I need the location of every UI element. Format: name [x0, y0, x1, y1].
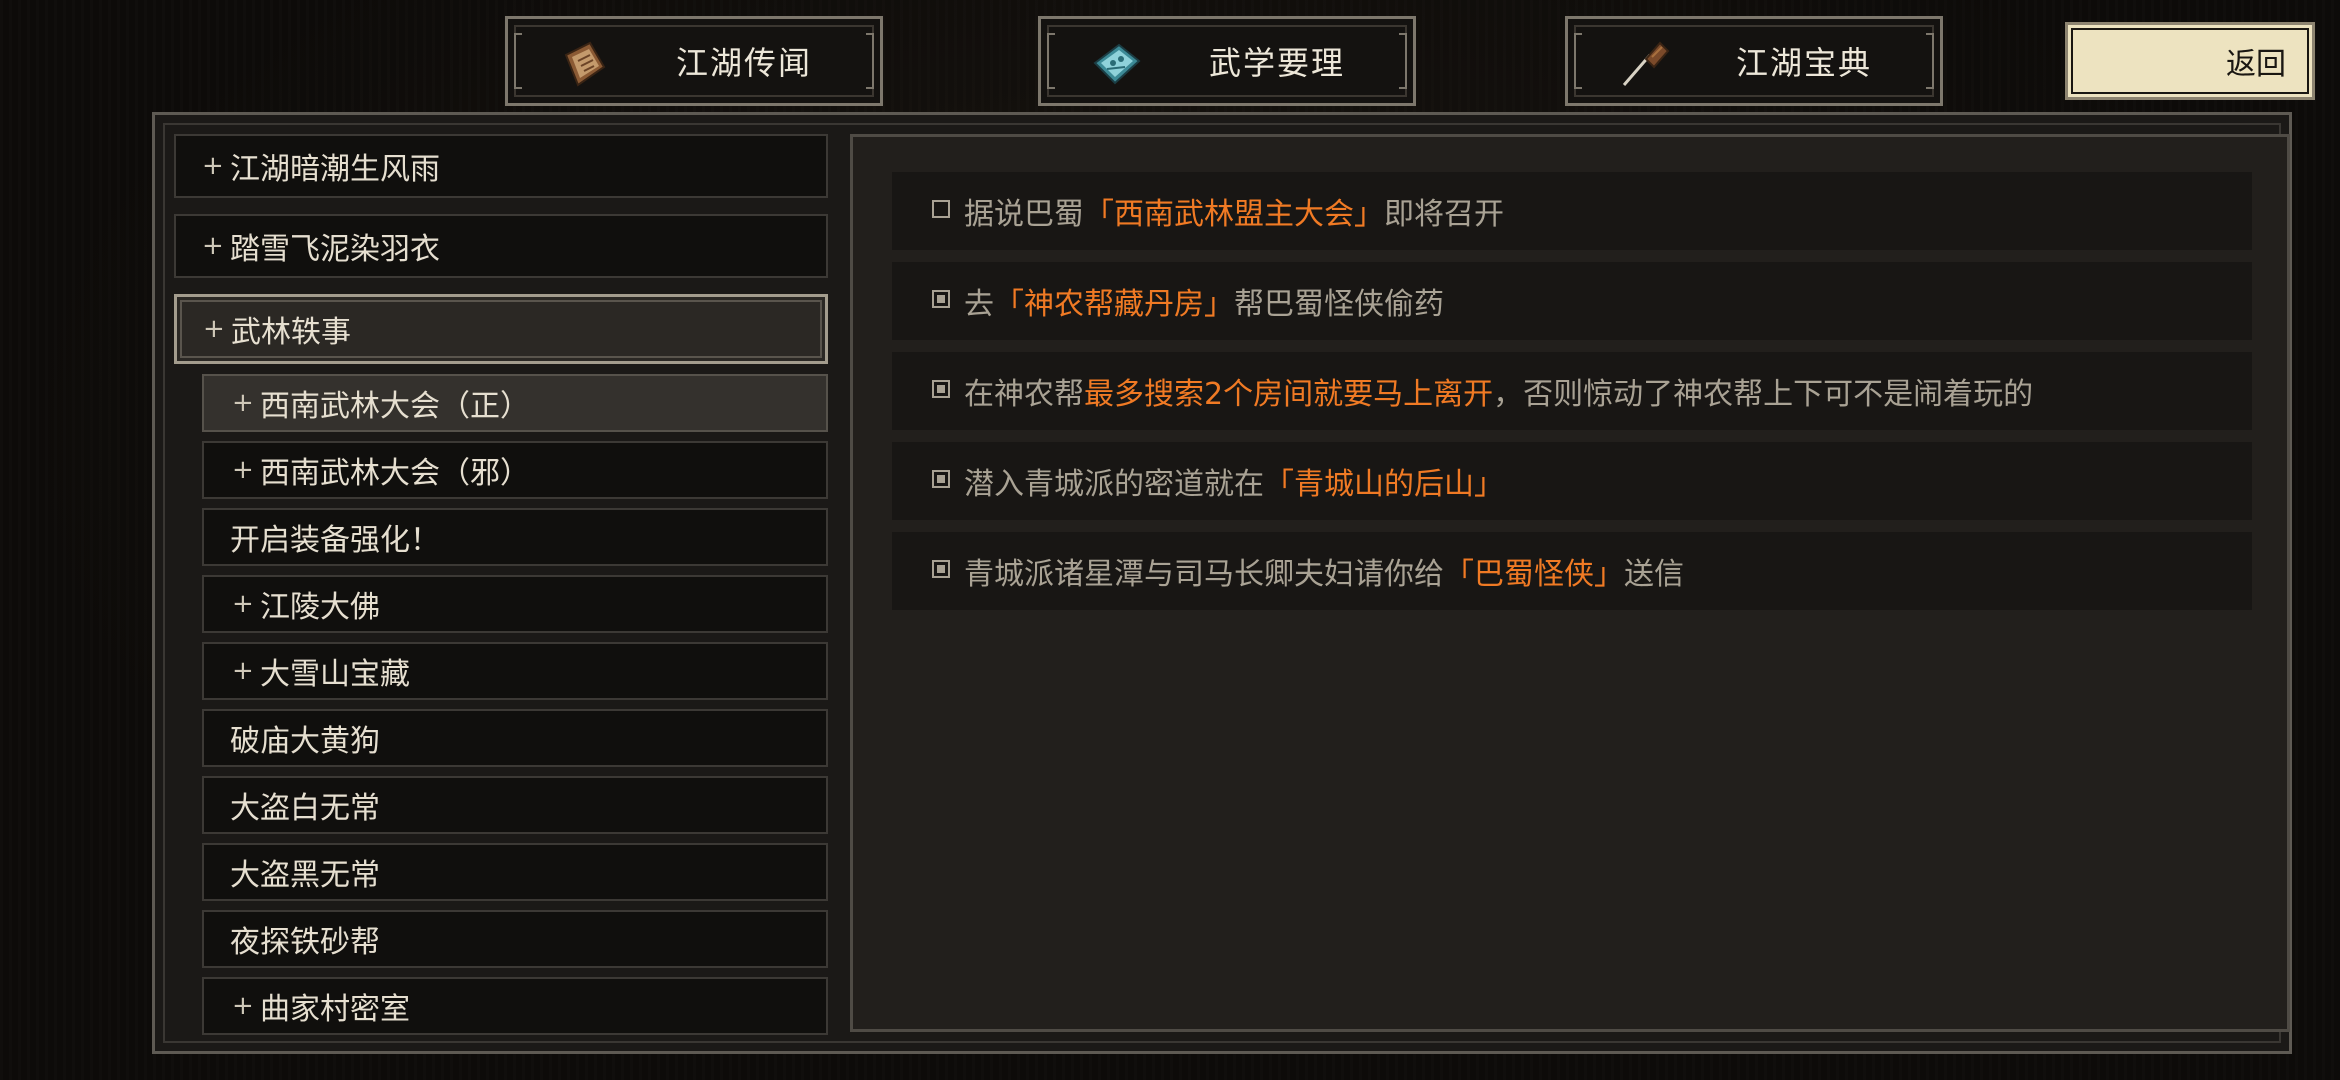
- quest-item-iron-sand-gang[interactable]: 夜探铁砂帮: [202, 910, 828, 968]
- quest-item-black-bandit[interactable]: 大盗黑无常: [202, 843, 828, 901]
- list-item-label: 江陵大佛: [260, 590, 380, 625]
- tab-label: 江湖宝典: [1735, 44, 1872, 82]
- task-text: 去: [964, 287, 994, 322]
- list-item-label: 开启装备强化！: [230, 523, 440, 558]
- list-item-label: 江湖暗潮生风雨: [230, 152, 440, 187]
- quest-category-jianghu[interactable]: + 江湖暗潮生风雨: [174, 134, 828, 198]
- bullet-icon: +: [232, 455, 254, 485]
- task-row: 在神农帮 最多搜索2个房间就要马上离开 ，否则惊动了神农帮上下可不是闹着玩的: [892, 352, 2252, 430]
- bullet-icon: +: [232, 589, 254, 619]
- tab-jianghu-rumors[interactable]: 江湖传闻: [505, 16, 883, 106]
- task-highlight: 「巴蜀怪侠」: [1444, 557, 1624, 592]
- list-item-label: 夜探铁砂帮: [230, 925, 380, 960]
- task-highlight: 最多搜索2个房间就要马上离开: [1084, 377, 1494, 412]
- tab-label: 江湖传闻: [675, 44, 812, 82]
- task-highlight: 「西南武林盟主大会」: [1084, 197, 1384, 232]
- task-row: 潜入青城派的密道就在 「青城山的后山」: [892, 442, 2252, 520]
- task-text: 送信: [1624, 557, 1684, 592]
- task-highlight: 「青城山的后山」: [1264, 467, 1504, 502]
- tab-jianghu-codex[interactable]: 江湖宝典: [1565, 16, 1943, 106]
- manual-icon: [1093, 43, 1141, 85]
- task-row: 据说巴蜀 「西南武林盟主大会」 即将召开: [892, 172, 2252, 250]
- quest-category-anecdotes[interactable]: + 武林轶事: [174, 294, 828, 364]
- task-text: 潜入青城派的密道就在: [964, 467, 1264, 502]
- quest-item-qu-village-chamber[interactable]: + 曲家村密室: [202, 977, 828, 1035]
- list-item-label: 大雪山宝藏: [260, 657, 410, 692]
- scroll-icon: [564, 41, 606, 87]
- checkbox-checked-icon: [932, 290, 950, 308]
- task-text: 在神农帮: [964, 377, 1084, 412]
- list-item-label: 西南武林大会（邪）: [260, 456, 530, 491]
- tab-martial-essentials[interactable]: 武学要理: [1038, 16, 1416, 106]
- quest-item-temple-dog[interactable]: 破庙大黄狗: [202, 709, 828, 767]
- checkbox-checked-icon: [932, 470, 950, 488]
- task-row: 去「神农帮藏丹房」 帮巴蜀怪侠偷药: [892, 262, 2252, 340]
- bullet-icon: +: [202, 231, 224, 261]
- checkbox-empty-icon: [932, 200, 950, 218]
- task-text: 即将召开: [1384, 197, 1504, 232]
- list-item-label: 踏雪飞泥染羽衣: [230, 232, 440, 267]
- bullet-icon: +: [232, 991, 254, 1021]
- task-text: 据说巴蜀: [964, 197, 1084, 232]
- back-button[interactable]: 返回: [2065, 22, 2315, 100]
- quest-item-southwest-evil[interactable]: + 西南武林大会（邪）: [202, 441, 828, 499]
- quest-item-white-bandit[interactable]: 大盗白无常: [202, 776, 828, 834]
- list-item-label: 曲家村密室: [260, 992, 410, 1027]
- task-text: 青城派诸星潭与司马长卿夫妇请你给: [964, 557, 1444, 592]
- list-item-label: 大盗黑无常: [230, 858, 380, 893]
- quest-category-snow[interactable]: + 踏雪飞泥染羽衣: [174, 214, 828, 278]
- tab-label: 武学要理: [1208, 44, 1345, 82]
- list-item-label: 西南武林大会（正）: [260, 389, 530, 424]
- list-item-label: 大盗白无常: [230, 791, 380, 826]
- bullet-icon: +: [232, 388, 254, 418]
- task-text: ，否则惊动了神农帮上下可不是闹着玩的: [1493, 377, 2034, 412]
- bullet-icon: +: [202, 151, 224, 181]
- bullet-icon: +: [203, 314, 225, 344]
- list-item-label: 武林轶事: [231, 315, 351, 350]
- quest-item-jiangling-buddha[interactable]: + 江陵大佛: [202, 575, 828, 633]
- list-item-label: 破庙大黄狗: [230, 724, 380, 759]
- quest-item-southwest-righteous[interactable]: + 西南武林大会（正）: [202, 374, 828, 432]
- brush-icon: [1622, 41, 1670, 86]
- checkbox-checked-icon: [932, 560, 950, 578]
- bullet-icon: +: [232, 656, 254, 686]
- quest-item-equipment-enhance[interactable]: 开启装备强化！: [202, 508, 828, 566]
- task-highlight: 「神农帮藏丹房」: [994, 287, 1234, 322]
- quest-item-snow-mountain-treasure[interactable]: + 大雪山宝藏: [202, 642, 828, 700]
- task-text: 帮巴蜀怪侠偷药: [1234, 287, 1444, 322]
- checkbox-checked-icon: [932, 380, 950, 398]
- task-row: 青城派诸星潭与司马长卿夫妇请你给 「巴蜀怪侠」 送信: [892, 532, 2252, 610]
